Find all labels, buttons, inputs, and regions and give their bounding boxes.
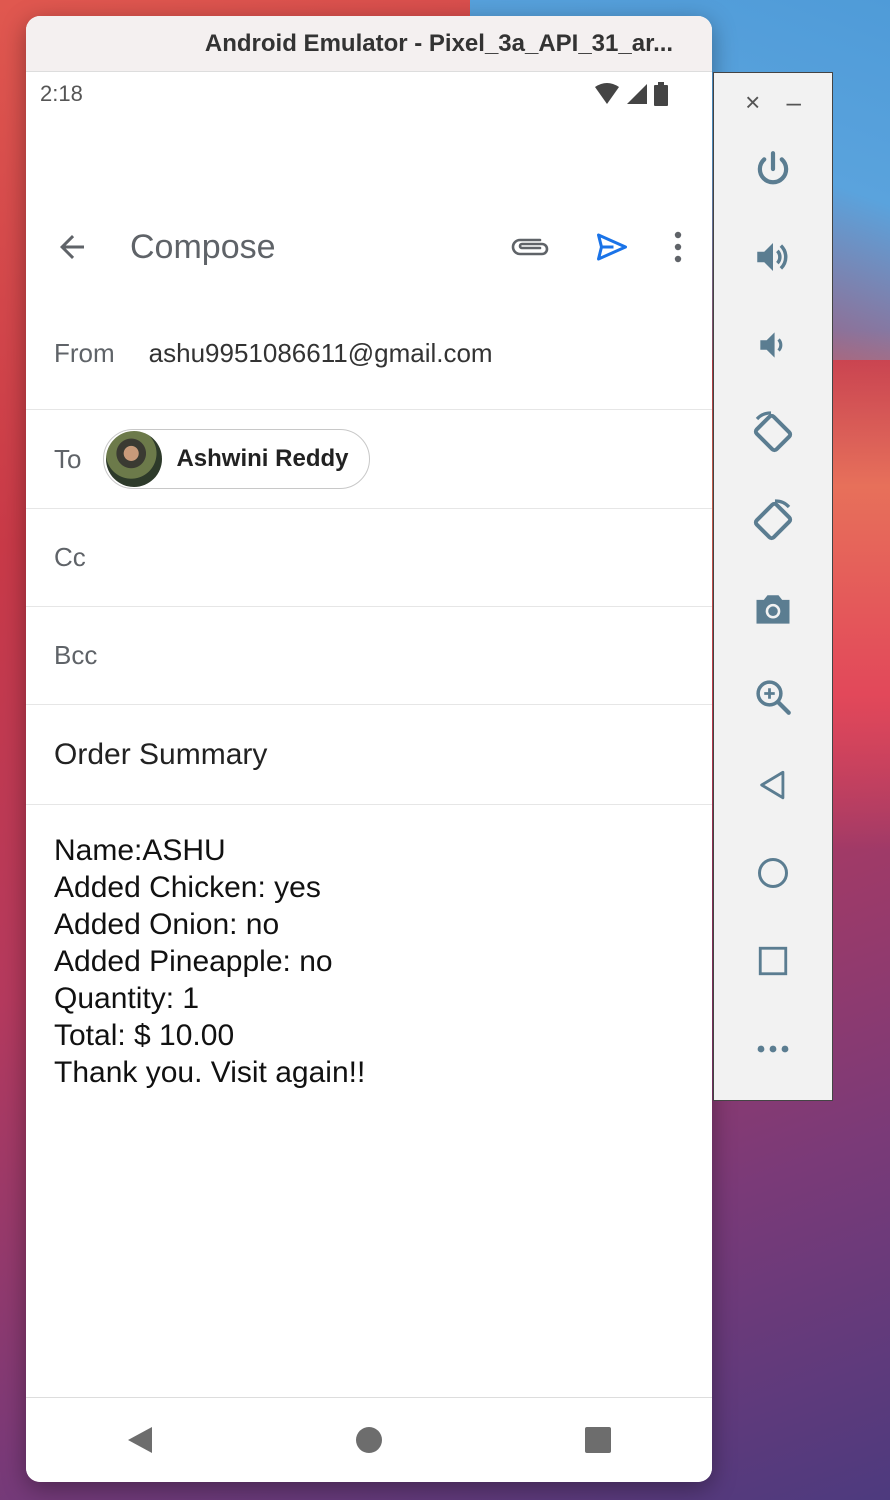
home-icon bbox=[758, 858, 788, 888]
rotate-right-button[interactable] bbox=[714, 491, 832, 551]
window-title: Android Emulator - Pixel_3a_API_31_ar... bbox=[26, 16, 712, 72]
status-icons bbox=[594, 82, 668, 106]
more-options-button[interactable] bbox=[672, 230, 684, 264]
zoom-icon bbox=[756, 680, 791, 715]
android-nav-bar bbox=[26, 1397, 712, 1482]
body-line: Total: $ 10.00 bbox=[54, 1019, 235, 1052]
battery-icon bbox=[654, 82, 668, 106]
rotate-left-button[interactable] bbox=[714, 403, 832, 463]
nav-recents-icon bbox=[584, 1427, 611, 1453]
rotate-left-icon bbox=[753, 411, 793, 453]
toolbar-close-button[interactable]: × bbox=[745, 87, 760, 118]
body-line: Name:ASHU bbox=[54, 834, 226, 867]
body-line: Quantity: 1 bbox=[54, 982, 200, 1015]
recipient-chip[interactable]: Ashwini Reddy bbox=[103, 429, 370, 489]
subject-field[interactable]: Order Summary bbox=[26, 705, 712, 805]
body-line: Thank you. Visit again!! bbox=[54, 1056, 366, 1089]
back-button[interactable] bbox=[54, 229, 114, 265]
nav-home-icon bbox=[355, 1427, 382, 1453]
nav-back-button[interactable] bbox=[126, 1425, 154, 1455]
signal-icon bbox=[627, 84, 647, 104]
wifi-icon bbox=[595, 83, 619, 104]
camera-icon bbox=[756, 595, 790, 624]
attach-button[interactable] bbox=[510, 232, 552, 262]
volume-up-icon bbox=[757, 243, 788, 271]
nav-back-icon bbox=[128, 1427, 153, 1453]
volume-down-button[interactable] bbox=[714, 315, 832, 375]
more-vert-icon bbox=[674, 231, 682, 263]
cc-label: Cc bbox=[54, 542, 86, 572]
email-body[interactable]: Name:ASHU Added Chicken: yes Added Onion… bbox=[54, 832, 692, 1091]
paperclip-icon bbox=[511, 238, 549, 256]
send-icon bbox=[597, 233, 627, 261]
to-label: To bbox=[54, 443, 82, 474]
nav-home-button[interactable] bbox=[355, 1426, 383, 1454]
recipient-name: Ashwini Reddy bbox=[176, 445, 349, 472]
app-bar: Compose bbox=[26, 202, 712, 292]
rotate-right-icon bbox=[753, 499, 793, 541]
toolbar-minimize-button[interactable]: – bbox=[786, 87, 800, 118]
emulator-overview-button[interactable] bbox=[714, 931, 832, 991]
emulator-window: Android Emulator - Pixel_3a_API_31_ar...… bbox=[26, 16, 712, 1482]
volume-down-icon bbox=[760, 332, 783, 358]
body-line: Added Onion: no bbox=[54, 908, 280, 941]
avatar bbox=[106, 431, 163, 487]
page-title: Compose bbox=[130, 227, 276, 266]
bcc-field[interactable]: Bcc bbox=[26, 607, 712, 705]
from-row[interactable]: From ashu9951086611@gmail.com bbox=[26, 298, 712, 410]
screenshot-button[interactable] bbox=[714, 579, 832, 639]
bcc-label: Bcc bbox=[54, 640, 98, 670]
power-button[interactable] bbox=[714, 139, 832, 199]
emulator-back-button[interactable] bbox=[714, 755, 832, 815]
arrow-back-icon bbox=[60, 235, 84, 259]
zoom-button[interactable] bbox=[714, 667, 832, 727]
from-address: ashu9951086611@gmail.com bbox=[148, 338, 493, 368]
from-label: From bbox=[54, 338, 115, 368]
volume-up-button[interactable] bbox=[714, 227, 832, 287]
cc-field[interactable]: Cc bbox=[26, 509, 712, 607]
body-line: Added Chicken: yes bbox=[54, 871, 321, 904]
subject-text: Order Summary bbox=[54, 737, 268, 771]
status-time: 2:18 bbox=[40, 81, 83, 106]
emulator-toolbar: × – bbox=[713, 72, 833, 1101]
emulator-home-button[interactable] bbox=[714, 843, 832, 903]
toolbar-window-controls: × – bbox=[714, 73, 832, 118]
power-icon bbox=[757, 151, 789, 185]
overview-icon bbox=[758, 946, 788, 976]
body-line: Added Pineapple: no bbox=[54, 945, 333, 978]
nav-recents-button[interactable] bbox=[584, 1426, 612, 1454]
more-button[interactable] bbox=[714, 1019, 832, 1079]
more-icon bbox=[757, 1045, 789, 1053]
status-bar: 2:18 bbox=[26, 72, 712, 116]
send-button[interactable] bbox=[592, 229, 632, 265]
app-bar-actions bbox=[510, 229, 684, 265]
to-row[interactable]: To Ashwini Reddy bbox=[26, 410, 712, 509]
back-icon bbox=[760, 770, 785, 800]
